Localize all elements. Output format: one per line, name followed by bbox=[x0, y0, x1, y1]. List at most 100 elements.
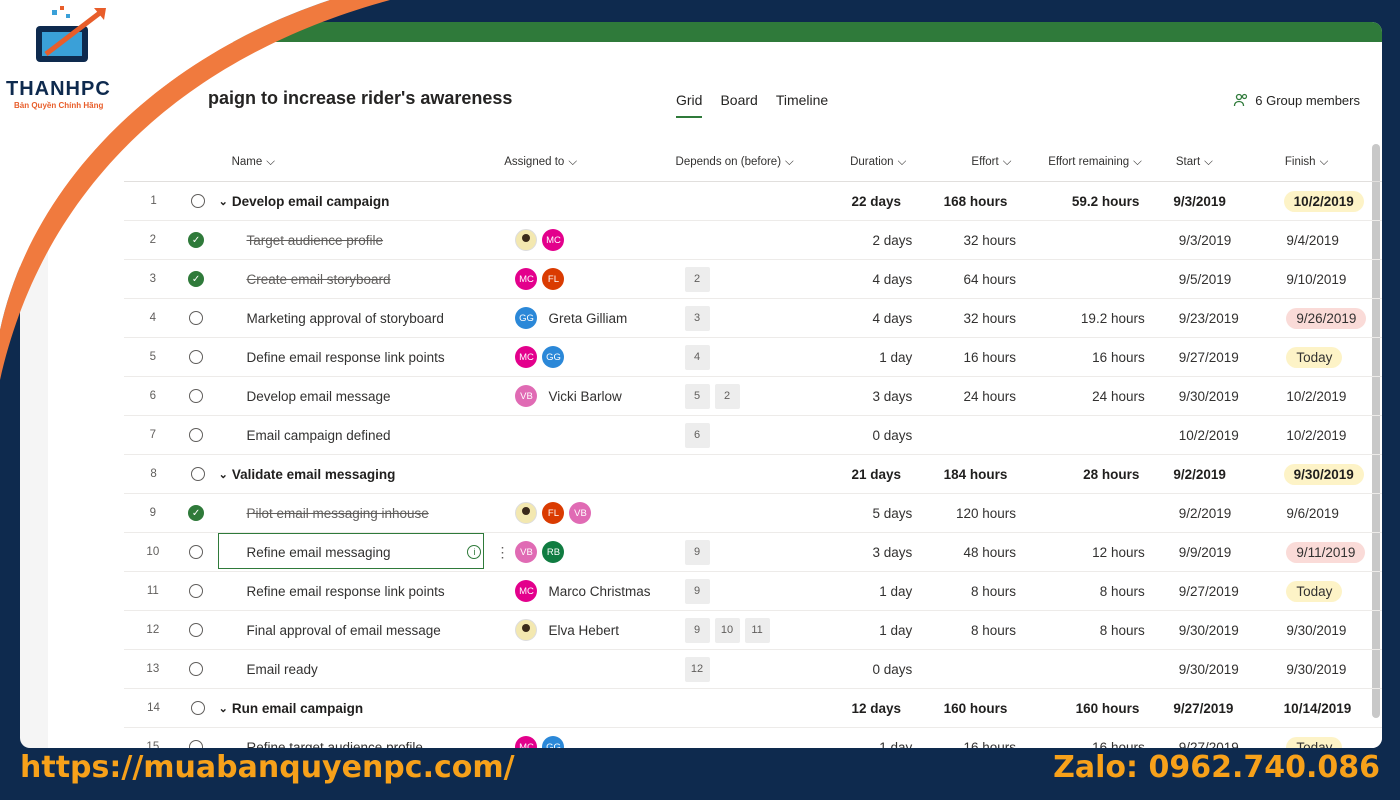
start-date-cell[interactable]: 9/30/2019 bbox=[1145, 389, 1287, 404]
effort-cell[interactable]: 184 hours bbox=[901, 467, 1008, 482]
dependency-badge[interactable]: 9 bbox=[684, 539, 710, 565]
assigned-to-cell[interactable]: MC bbox=[515, 229, 684, 251]
complete-task-checkbox[interactable] bbox=[190, 467, 205, 481]
effort-cell[interactable]: 24 hours bbox=[912, 389, 1016, 404]
avatar[interactable]: FL bbox=[542, 268, 565, 290]
tab-timeline[interactable]: Timeline bbox=[776, 92, 828, 118]
column-header-depends[interactable]: Depends on (before) ⌵ bbox=[676, 156, 822, 169]
duration-cell[interactable]: 3 days bbox=[829, 389, 912, 404]
finish-date-cell[interactable]: 9/4/2019 bbox=[1286, 233, 1382, 248]
task-name-cell[interactable]: ⌄ Run email campaign bbox=[213, 701, 495, 716]
duration-cell[interactable]: 1 day bbox=[829, 350, 912, 365]
dependency-badge[interactable]: 10 bbox=[714, 617, 740, 643]
task-name-cell[interactable]: Target audience profile bbox=[210, 233, 515, 248]
assigned-to-cell[interactable]: FL VB bbox=[515, 502, 684, 524]
completed-check-icon[interactable]: ✓ bbox=[188, 232, 205, 248]
duration-cell[interactable]: 21 days bbox=[815, 467, 902, 482]
effort-remaining-cell[interactable]: 59.2 hours bbox=[1007, 194, 1140, 209]
effort-cell[interactable]: 120 hours bbox=[912, 506, 1016, 521]
dependency-badge[interactable]: 2 bbox=[684, 266, 710, 292]
effort-remaining-cell[interactable]: 19.2 hours bbox=[1016, 311, 1145, 326]
assigned-to-cell[interactable]: Elva Hebert bbox=[515, 619, 684, 641]
depends-on-cell[interactable]: 4 bbox=[684, 344, 829, 370]
assigned-to-cell[interactable]: MC GG bbox=[515, 346, 684, 368]
finish-date-cell[interactable]: Today bbox=[1286, 736, 1382, 748]
finish-date-cell[interactable]: 9/30/2019 bbox=[1286, 623, 1382, 638]
depends-on-cell[interactable]: 12 bbox=[684, 656, 829, 682]
column-header-finish[interactable]: Finish ⌵ bbox=[1285, 156, 1382, 169]
effort-cell[interactable]: 16 hours bbox=[912, 350, 1016, 365]
task-name-cell[interactable]: Refine target audience profile bbox=[210, 740, 515, 749]
finish-date-cell[interactable]: 9/11/2019 bbox=[1286, 541, 1382, 563]
finish-date-cell[interactable]: 10/14/2019 bbox=[1284, 701, 1382, 716]
task-name-cell[interactable]: ⌄ Validate email messaging bbox=[213, 467, 495, 482]
complete-task-checkbox[interactable] bbox=[189, 623, 204, 637]
dependency-badge[interactable]: 3 bbox=[684, 305, 710, 331]
duration-cell[interactable]: 1 day bbox=[829, 740, 912, 749]
duration-cell[interactable]: 0 days bbox=[829, 428, 912, 443]
finish-date-cell[interactable]: Today bbox=[1286, 346, 1382, 368]
avatar[interactable]: MC bbox=[515, 580, 538, 602]
task-name-cell[interactable]: Email campaign defined bbox=[210, 428, 515, 443]
column-header-name[interactable]: Name ⌵ bbox=[212, 156, 505, 169]
dependency-badge[interactable]: 12 bbox=[684, 656, 710, 682]
start-date-cell[interactable]: 9/9/2019 bbox=[1145, 545, 1287, 560]
start-date-cell[interactable]: 9/27/2019 bbox=[1139, 701, 1283, 716]
assigned-to-cell[interactable]: VB RB bbox=[515, 541, 684, 563]
summary-task-row[interactable]: 14 ⌄ Run email campaign 12 days 160 hours 160… bbox=[124, 689, 1382, 728]
task-row[interactable]: 11 Refine email response link points MC Mar… bbox=[124, 572, 1382, 611]
complete-task-checkbox[interactable] bbox=[189, 545, 204, 559]
dependency-badge[interactable]: 11 bbox=[744, 617, 770, 643]
start-date-cell[interactable]: 9/30/2019 bbox=[1145, 623, 1287, 638]
dependency-badge[interactable]: 2 bbox=[714, 383, 740, 409]
effort-cell[interactable]: 48 hours bbox=[912, 545, 1016, 560]
task-row[interactable]: 12 Final approval of email message Elva He… bbox=[124, 611, 1382, 650]
collapse-chevron-icon[interactable]: ⌄ bbox=[219, 702, 228, 715]
assigned-to-cell[interactable]: MC GG bbox=[515, 736, 684, 748]
avatar[interactable]: GG bbox=[542, 736, 565, 748]
finish-date-cell[interactable]: 9/10/2019 bbox=[1286, 272, 1382, 287]
complete-task-checkbox[interactable] bbox=[189, 428, 204, 442]
task-row[interactable]: 2 ✓ Target audience profile MC 2 days 32 hour… bbox=[124, 221, 1382, 260]
finish-date-cell[interactable]: 10/2/2019 bbox=[1286, 389, 1382, 404]
column-header-effort[interactable]: Effort ⌵ bbox=[906, 156, 1011, 169]
start-date-cell[interactable]: 9/3/2019 bbox=[1145, 233, 1287, 248]
effort-remaining-cell[interactable]: 16 hours bbox=[1016, 350, 1145, 365]
depends-on-cell[interactable]: 9 bbox=[684, 578, 829, 604]
more-options-icon[interactable]: ⋮ bbox=[495, 544, 509, 561]
assigned-to-cell[interactable]: VB Vicki Barlow bbox=[515, 385, 684, 407]
effort-cell[interactable]: 32 hours bbox=[912, 233, 1016, 248]
avatar[interactable]: GG bbox=[542, 346, 565, 368]
dependency-badge[interactable]: 9 bbox=[684, 617, 710, 643]
assigned-to-cell[interactable]: MC FL bbox=[515, 268, 684, 290]
complete-task-checkbox[interactable] bbox=[189, 311, 204, 325]
depends-on-cell[interactable]: 52 bbox=[684, 383, 829, 409]
start-date-cell[interactable]: 9/30/2019 bbox=[1145, 662, 1287, 677]
task-name-cell[interactable]: Create email storyboard bbox=[210, 272, 515, 287]
task-row[interactable]: 4 Marketing approval of storyboard GG Greta… bbox=[124, 299, 1382, 338]
complete-task-checkbox[interactable] bbox=[189, 350, 204, 364]
task-row[interactable]: 10 Refine email messaging i ⋮ VB RB 9 3 days 48 … bbox=[124, 533, 1382, 572]
summary-task-row[interactable]: 1 ⌄ Develop email campaign 22 days 168 hours… bbox=[124, 182, 1382, 221]
avatar-photo[interactable] bbox=[515, 502, 538, 524]
finish-date-cell[interactable]: Today bbox=[1286, 580, 1382, 602]
complete-task-checkbox[interactable] bbox=[190, 701, 205, 715]
dependency-badge[interactable]: 6 bbox=[684, 422, 710, 448]
collapse-chevron-icon[interactable]: ⌄ bbox=[219, 195, 228, 208]
group-members-button[interactable]: 6 Group members bbox=[1233, 92, 1360, 108]
avatar[interactable]: FL bbox=[542, 502, 565, 524]
finish-date-cell[interactable]: 10/2/2019 bbox=[1283, 190, 1382, 212]
finish-date-cell[interactable]: 9/6/2019 bbox=[1286, 506, 1382, 521]
dependency-badge[interactable]: 9 bbox=[684, 578, 710, 604]
task-name-cell[interactable]: Refine email response link points bbox=[210, 584, 515, 599]
start-date-cell[interactable]: 10/2/2019 bbox=[1145, 428, 1287, 443]
effort-remaining-cell[interactable]: 8 hours bbox=[1016, 623, 1145, 638]
column-header-remaining[interactable]: Effort remaining ⌵ bbox=[1011, 156, 1142, 169]
assigned-to-cell[interactable]: GG Greta Gilliam bbox=[515, 307, 684, 329]
depends-on-cell[interactable]: 6 bbox=[684, 422, 829, 448]
avatar[interactable]: GG bbox=[515, 307, 538, 329]
task-name-cell[interactable]: Define email response link points bbox=[210, 350, 515, 365]
effort-cell[interactable]: 8 hours bbox=[912, 623, 1016, 638]
effort-remaining-cell[interactable]: 28 hours bbox=[1007, 467, 1139, 482]
avatar[interactable]: MC bbox=[515, 268, 538, 290]
